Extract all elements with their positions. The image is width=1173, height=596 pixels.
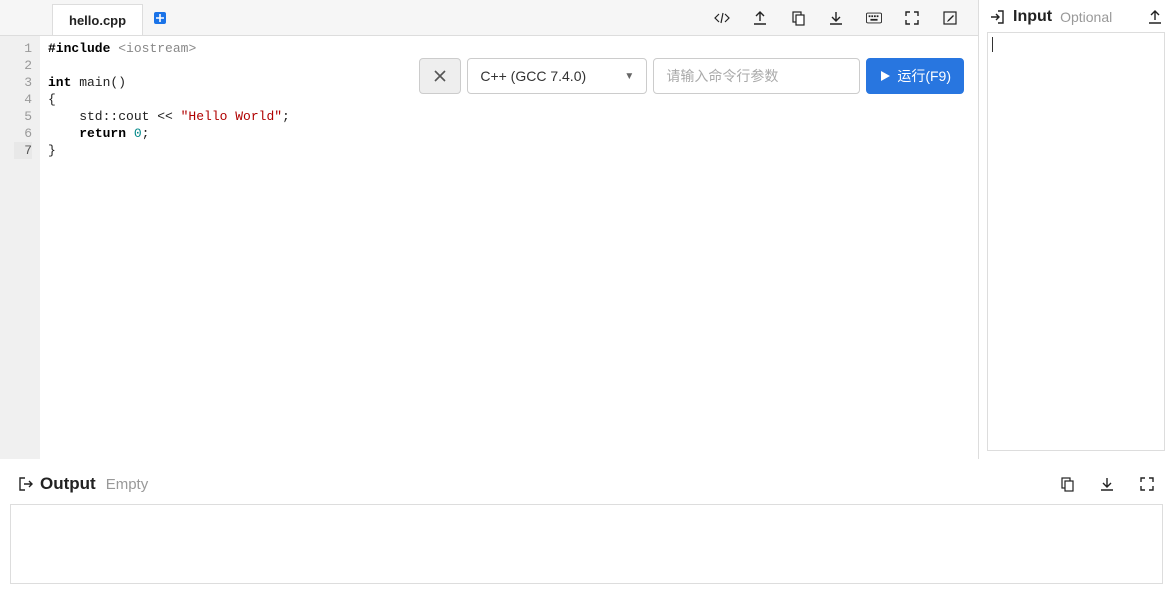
input-pane: Input Optional — [979, 0, 1173, 459]
run-button[interactable]: 运行(F9) — [866, 58, 964, 94]
input-title: Input — [1013, 8, 1052, 26]
upload-input-icon[interactable] — [1147, 9, 1163, 25]
chevron-down-icon: ▼ — [624, 71, 634, 82]
play-icon — [879, 70, 891, 82]
output-pane: Output Empty — [0, 470, 1173, 584]
copy-output-icon[interactable] — [1059, 476, 1075, 492]
args-input-wrapper[interactable] — [653, 58, 860, 94]
copy-icon[interactable] — [790, 10, 806, 26]
args-input[interactable] — [666, 68, 847, 84]
run-controls: C++ (GCC 7.4.0) ▼ 运行(F9) — [419, 58, 964, 94]
fullscreen-icon[interactable] — [904, 10, 920, 26]
edit-icon[interactable] — [942, 10, 958, 26]
editor-pane: hello.cpp 1234567 #include <iostream> in… — [0, 0, 979, 459]
output-subtitle: Empty — [106, 476, 149, 493]
download-icon[interactable] — [828, 10, 844, 26]
file-tab[interactable]: hello.cpp — [52, 4, 143, 35]
add-tab-button[interactable] — [143, 0, 177, 35]
output-title: Output — [40, 474, 96, 494]
login-icon — [989, 9, 1005, 25]
run-button-label: 运行(F9) — [897, 66, 951, 86]
input-subtitle: Optional — [1060, 9, 1112, 25]
output-text — [10, 504, 1163, 584]
line-number-gutter: 1234567 — [0, 36, 40, 459]
code-editor[interactable]: 1234567 #include <iostream> int main(){ … — [0, 36, 978, 459]
toolbar-actions — [714, 0, 978, 35]
keyboard-icon[interactable] — [866, 10, 882, 26]
fullscreen-output-icon[interactable] — [1139, 476, 1155, 492]
close-run-button[interactable] — [419, 58, 461, 94]
compiler-select-label: C++ (GCC 7.4.0) — [480, 68, 586, 84]
tabbar: hello.cpp — [0, 0, 978, 36]
code-text: #include <iostream> int main(){ std::cou… — [40, 36, 978, 459]
code-embed-icon[interactable] — [714, 10, 730, 26]
download-output-icon[interactable] — [1099, 476, 1115, 492]
plus-icon — [153, 11, 167, 25]
compiler-select[interactable]: C++ (GCC 7.4.0) ▼ — [467, 58, 647, 94]
file-tab-label: hello.cpp — [69, 13, 126, 28]
close-icon — [434, 70, 446, 82]
input-textarea[interactable] — [987, 32, 1165, 451]
text-caret — [992, 37, 993, 52]
logout-icon — [18, 476, 34, 492]
upload-icon[interactable] — [752, 10, 768, 26]
